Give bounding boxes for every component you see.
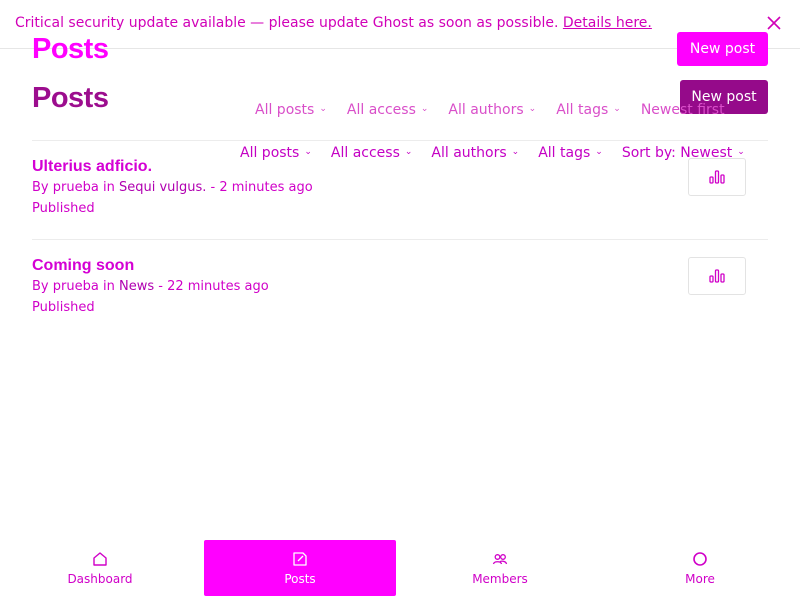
post-list-item[interactable]: Coming soon By prueba in News - 22 minut…	[32, 257, 768, 347]
filter-label: All posts	[255, 102, 315, 118]
chevron-down-icon: ⌄	[304, 146, 312, 157]
post-list-item[interactable]: Ulterius adficio. By prueba in Sequi vul…	[32, 158, 768, 248]
post-time: - 2 minutes ago	[210, 180, 313, 195]
filter-label: Newest first	[640, 102, 725, 118]
edit-post-icon	[293, 552, 307, 566]
post-meta: By prueba in Sequi vulgus. - 2 minutes a…	[32, 180, 313, 195]
banner-text: Critical security update available — ple…	[15, 15, 652, 31]
new-post-button[interactable]: New post	[677, 32, 768, 66]
post-meta-in: in	[102, 279, 115, 294]
chevron-down-icon: ⌄	[420, 103, 429, 114]
home-icon	[93, 552, 107, 566]
post-status: Published	[32, 300, 95, 315]
chevron-down-icon: ⌄	[737, 146, 745, 157]
post-meta-in: in	[102, 180, 115, 195]
filter-label: All access	[346, 102, 416, 118]
chevron-down-icon: ⌄	[528, 103, 537, 114]
divider	[32, 239, 768, 240]
post-meta: By prueba in News - 22 minutes ago	[32, 279, 269, 294]
post-analytics-button[interactable]	[688, 158, 746, 196]
post-tag: Sequi vulgus.	[118, 180, 207, 195]
filter-all-posts[interactable]: All posts ⌄	[255, 102, 327, 118]
post-analytics-button[interactable]	[688, 257, 746, 295]
post-time: - 22 minutes ago	[158, 279, 269, 294]
post-title[interactable]: Ulterius adficio.	[32, 158, 152, 176]
nav-dashboard-label: Dashboard	[67, 572, 133, 586]
filter-all-authors[interactable]: All authors ⌄	[448, 102, 536, 118]
chevron-down-icon: ⌄	[595, 146, 603, 157]
post-meta-by: By	[32, 180, 49, 195]
nav-posts[interactable]: Posts	[204, 540, 396, 596]
bottom-nav: Dashboard Posts Members More	[0, 540, 800, 600]
post-title[interactable]: Coming soon	[32, 257, 134, 275]
nav-more-label: More	[685, 572, 715, 586]
nav-members-label: Members	[472, 572, 528, 586]
divider	[32, 140, 768, 141]
filter-all-access[interactable]: All access ⌄	[347, 102, 429, 118]
filter-sort[interactable]: Newest first	[641, 102, 725, 118]
nav-members[interactable]: Members	[400, 540, 600, 596]
bar-chart-icon	[709, 170, 725, 184]
bar-chart-icon	[709, 269, 725, 283]
banner-details-link[interactable]: Details here.	[563, 15, 652, 31]
post-meta-by: By	[32, 279, 49, 294]
filter-label: All authors	[448, 102, 524, 118]
nav-dashboard[interactable]: Dashboard	[0, 540, 200, 596]
nav-posts-label: Posts	[284, 572, 316, 586]
page-title: Posts	[32, 33, 109, 65]
filter-label: All tags	[556, 102, 609, 118]
page-title-secondary: Posts	[32, 82, 109, 114]
filter-bar: All posts ⌄ All access ⌄ All authors ⌄ All …	[255, 102, 745, 118]
more-icon	[693, 552, 707, 566]
chevron-down-icon: ⌄	[613, 103, 621, 114]
post-tag: News	[118, 279, 155, 294]
chevron-down-icon: ⌄	[404, 146, 413, 157]
close-icon[interactable]	[766, 15, 782, 31]
post-status: Published	[32, 201, 95, 216]
post-author: prueba	[52, 279, 99, 294]
chevron-down-icon: ⌄	[511, 146, 520, 157]
nav-more[interactable]: More	[600, 540, 800, 596]
page: Critical security update available — ple…	[0, 0, 800, 600]
filter-all-tags[interactable]: All tags ⌄	[556, 102, 621, 118]
banner-message: Critical security update available — ple…	[15, 15, 559, 31]
chevron-down-icon: ⌄	[319, 103, 327, 114]
members-icon	[492, 554, 508, 565]
post-author: prueba	[52, 180, 99, 195]
